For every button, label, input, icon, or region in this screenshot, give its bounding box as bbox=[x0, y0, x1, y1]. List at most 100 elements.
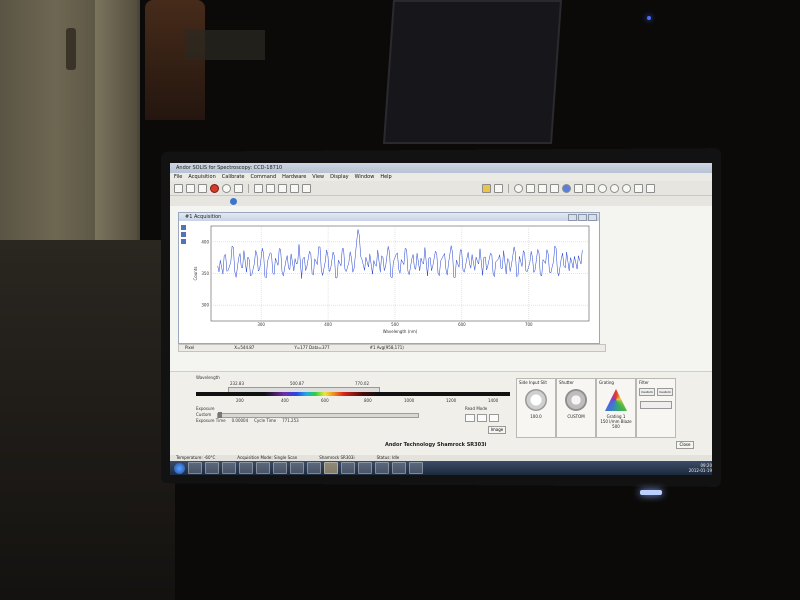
read-mode-select[interactable]: Image bbox=[488, 426, 506, 434]
x-tick-label: 500 bbox=[391, 322, 399, 327]
video-icon[interactable] bbox=[234, 183, 243, 193]
open-icon[interactable] bbox=[186, 183, 195, 193]
x-tick-label: 300 bbox=[257, 322, 265, 327]
wavelength-end: 770.02 bbox=[355, 381, 369, 386]
read-mode-option[interactable] bbox=[465, 414, 475, 422]
taskbar-app-icon[interactable] bbox=[375, 462, 389, 474]
taskbar-app-icon[interactable] bbox=[205, 462, 219, 474]
y-axis-label: Counts bbox=[193, 267, 198, 281]
menu-view[interactable]: View bbox=[312, 173, 324, 181]
filter-option[interactable]: Custom bbox=[639, 388, 655, 396]
background-panel bbox=[382, 0, 563, 144]
abort-icon[interactable] bbox=[210, 183, 219, 193]
taskbar-app-icon[interactable] bbox=[307, 462, 321, 474]
new-icon[interactable] bbox=[174, 183, 183, 193]
main-toolbar bbox=[170, 181, 712, 196]
grid-icon[interactable] bbox=[254, 183, 263, 193]
export-icon[interactable] bbox=[634, 183, 643, 193]
module-title: Grating bbox=[599, 380, 614, 385]
taskbar-app-icon[interactable] bbox=[188, 462, 202, 474]
region-icon[interactable] bbox=[574, 183, 583, 193]
menu-command[interactable]: Command bbox=[250, 173, 276, 181]
taskbar-app-icon[interactable] bbox=[324, 462, 338, 474]
acquisition-window: #1 Acquisition 300 400 500 600 700 300 350 400 W… bbox=[178, 212, 600, 344]
module-title: Filter bbox=[639, 380, 649, 385]
rescale-icon[interactable] bbox=[526, 183, 535, 193]
maximize-icon[interactable] bbox=[578, 214, 587, 221]
menu-hardware[interactable]: Hardware bbox=[282, 173, 306, 181]
acquisition-statusbar: Pixel X=544.87 Y=177 Data=377 #1 Avg(958… bbox=[178, 344, 606, 352]
close-button[interactable]: Close bbox=[676, 441, 694, 449]
blue-led-icon bbox=[647, 16, 651, 20]
globe-icon[interactable] bbox=[230, 197, 237, 205]
menu-calibrate[interactable]: Calibrate bbox=[222, 173, 245, 181]
side-tool-icon[interactable] bbox=[181, 232, 186, 237]
display-mode-icon[interactable] bbox=[514, 183, 523, 193]
spectrum-axis: 200 400 600 800 1000 1200 1400 bbox=[196, 398, 510, 403]
marker-icon[interactable] bbox=[610, 183, 619, 193]
taskbar-app-icon[interactable] bbox=[256, 462, 270, 474]
arrow-icon[interactable] bbox=[494, 183, 503, 193]
palette-icon[interactable] bbox=[586, 183, 595, 193]
menu-acquisition[interactable]: Acquisition bbox=[188, 173, 215, 181]
taskbar-app-icon[interactable] bbox=[239, 462, 253, 474]
axis-tick: 600 bbox=[321, 398, 329, 403]
taskbar-app-icon[interactable] bbox=[409, 462, 423, 474]
app-title: Andor SOLIS for Spectroscopy: CCD-18710 bbox=[176, 165, 283, 171]
grating-prism-icon[interactable] bbox=[605, 389, 627, 411]
axis-tick: 1000 bbox=[404, 398, 415, 403]
settings-icon[interactable] bbox=[646, 183, 655, 193]
x-tick-label: 400 bbox=[324, 322, 332, 327]
acquisition-titlebar[interactable]: #1 Acquisition bbox=[179, 213, 599, 221]
info-icon[interactable] bbox=[562, 183, 571, 193]
take-signal-icon[interactable] bbox=[222, 183, 231, 193]
close-icon[interactable] bbox=[588, 214, 597, 221]
spectrum-plot[interactable]: 300 400 500 600 700 300 350 400 Wavelength (nm) C… bbox=[191, 223, 595, 335]
axis-tick: 1400 bbox=[488, 398, 499, 403]
peak-icon[interactable] bbox=[622, 183, 631, 193]
print-icon[interactable] bbox=[266, 183, 275, 193]
wavelength-center: 500.87 bbox=[290, 381, 304, 386]
autoscale-icon[interactable] bbox=[538, 183, 547, 193]
overlay-icon[interactable] bbox=[598, 183, 607, 193]
start-button-icon[interactable] bbox=[174, 462, 185, 474]
y-tick-label: 350 bbox=[201, 271, 209, 276]
side-tool-icon[interactable] bbox=[181, 239, 186, 244]
save-icon[interactable] bbox=[198, 183, 207, 193]
menu-display[interactable]: Display bbox=[330, 173, 348, 181]
taskbar-app-icon[interactable] bbox=[222, 462, 236, 474]
zoom-icon[interactable] bbox=[290, 183, 299, 193]
shutter-module[interactable]: Shutter CUSTOM bbox=[556, 378, 596, 438]
menu-help[interactable]: Help bbox=[380, 173, 391, 181]
filter-module[interactable]: Filter Custom Custom bbox=[636, 378, 676, 438]
scale-icon[interactable] bbox=[302, 183, 311, 193]
read-mode-option[interactable] bbox=[477, 414, 487, 422]
grating-module[interactable]: Grating Grating 1 150 l/mm Blaze 500 bbox=[596, 378, 636, 438]
side-input-slit-module[interactable]: Side Input Slit 100.0 bbox=[516, 378, 556, 438]
window-controls bbox=[568, 214, 597, 221]
read-mode-option[interactable] bbox=[489, 414, 499, 422]
y-tick-label: 400 bbox=[201, 239, 209, 244]
monitor-power-led-icon bbox=[640, 490, 662, 495]
taskbar-app-icon[interactable] bbox=[341, 462, 355, 474]
filter-button[interactable] bbox=[640, 401, 672, 409]
menu-file[interactable]: File bbox=[174, 173, 182, 181]
app-titlebar: Andor SOLIS for Spectroscopy: CCD-18710 bbox=[170, 163, 712, 173]
slit-dial-icon[interactable] bbox=[525, 389, 547, 411]
shutter-dial-icon[interactable] bbox=[565, 389, 587, 411]
taskbar-app-icon[interactable] bbox=[358, 462, 372, 474]
taskbar-app-icon[interactable] bbox=[392, 462, 406, 474]
menu-window[interactable]: Window bbox=[355, 173, 375, 181]
taskbar-app-icon[interactable] bbox=[273, 462, 287, 474]
exposure-slider[interactable] bbox=[217, 411, 420, 418]
instrument-panel: Wavelength 232.83 500.87 770.02 200 400 … bbox=[170, 371, 712, 457]
folder-icon[interactable] bbox=[482, 183, 491, 193]
side-tool-icon[interactable] bbox=[181, 225, 186, 230]
cursor-icon[interactable] bbox=[550, 183, 559, 193]
filter-option[interactable]: Custom bbox=[657, 388, 673, 396]
copy-icon[interactable] bbox=[278, 183, 287, 193]
system-clock[interactable]: 09:20 2012-01-19 bbox=[689, 463, 712, 473]
read-mode-label: Read Mode bbox=[465, 406, 488, 411]
minimize-icon[interactable] bbox=[568, 214, 577, 221]
taskbar-app-icon[interactable] bbox=[290, 462, 304, 474]
